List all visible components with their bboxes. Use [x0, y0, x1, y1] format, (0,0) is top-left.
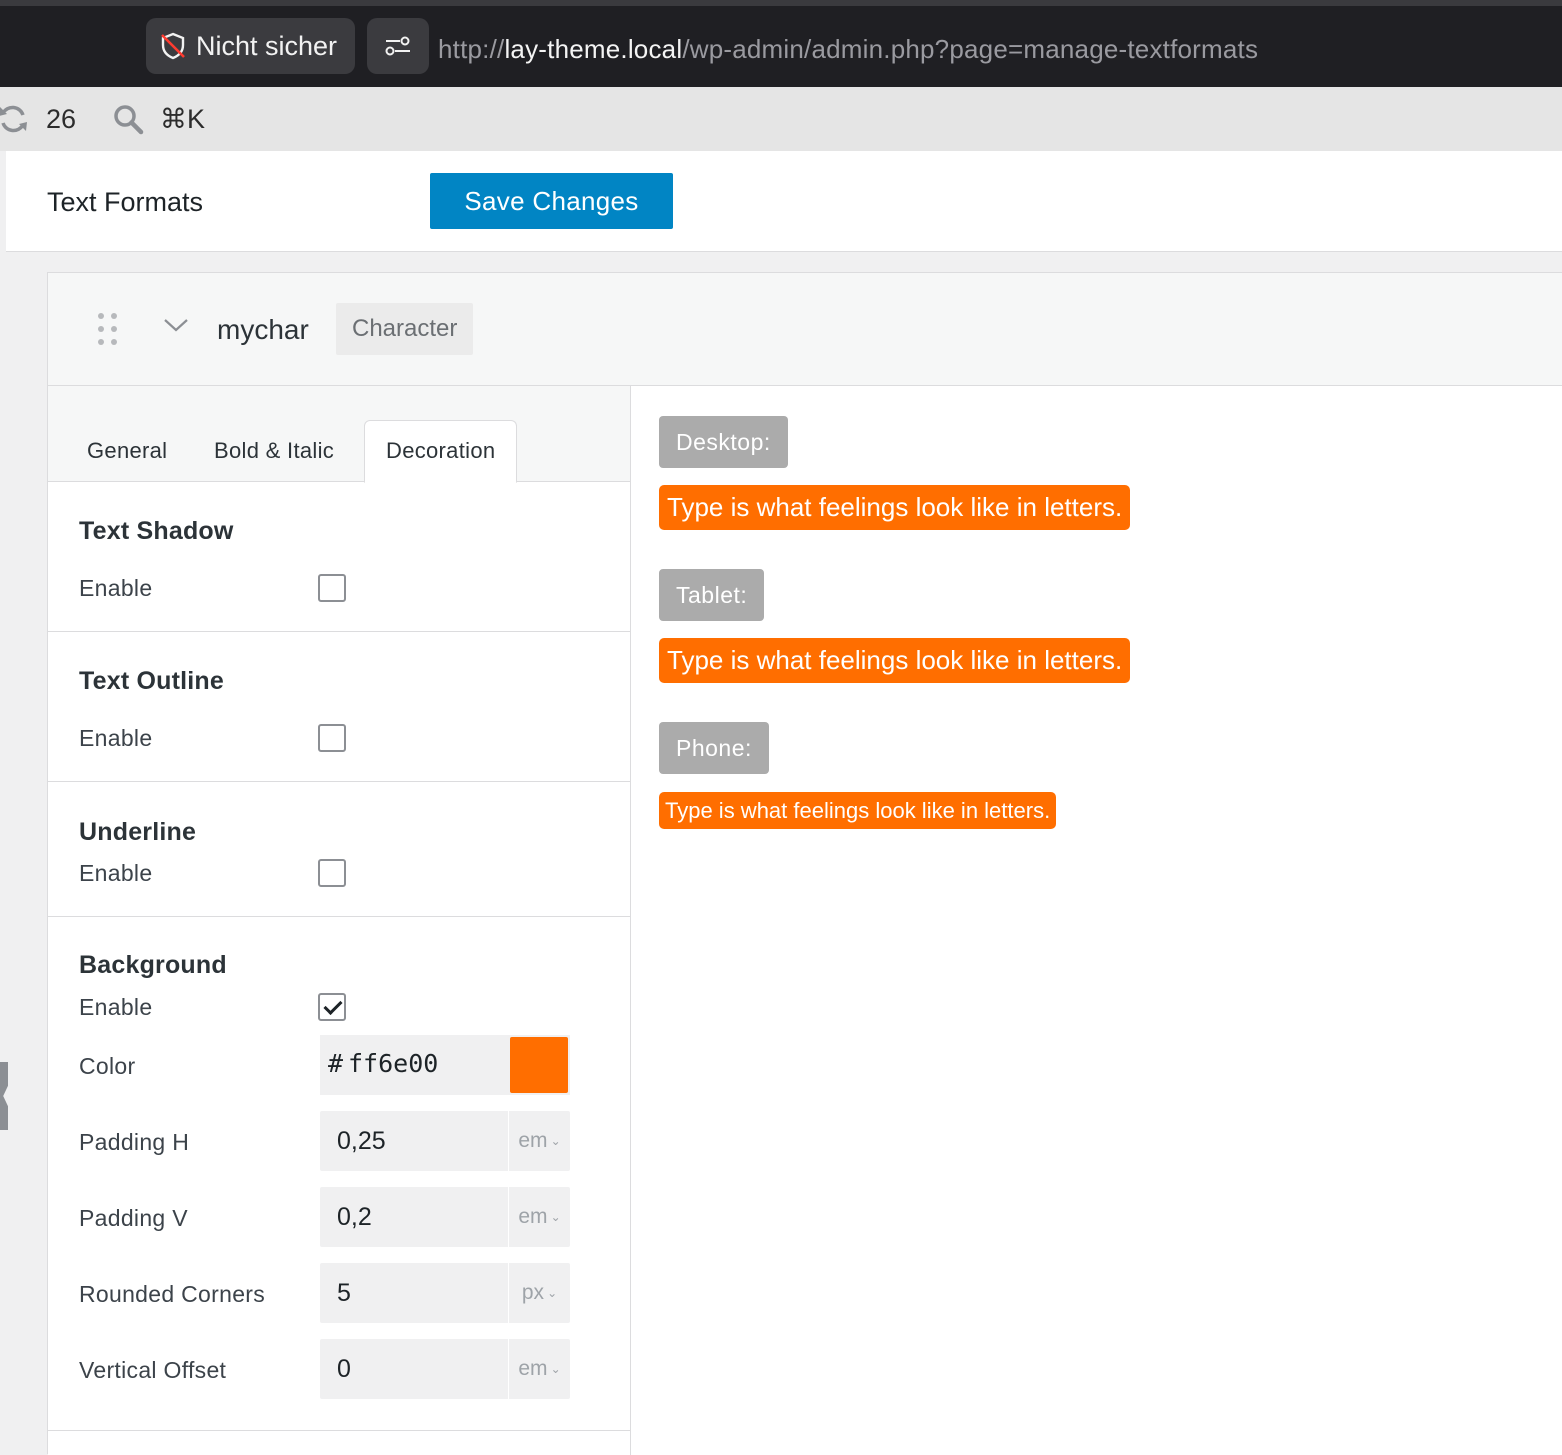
drag-handle-icon[interactable] — [98, 313, 118, 347]
left-gutter — [6, 252, 48, 1454]
chevron-down-icon: ⌄ — [547, 1286, 558, 1300]
phone-sample-text: Type is what feelings look like in lette… — [659, 792, 1057, 829]
underline-section: Underline Enable — [48, 782, 630, 917]
desktop-label: Desktop: — [659, 416, 788, 468]
text-outline-section: Text Outline Enable — [48, 632, 630, 782]
settings-panel: General Bold & Italic Decoration Text Sh… — [48, 386, 631, 1455]
enable-label: Enable — [79, 725, 153, 751]
section-title: Underline — [79, 818, 197, 846]
admin-toolbar: 26 ⌘K — [0, 87, 1562, 151]
padding-v-input[interactable]: 0,2 em ⌄ — [320, 1187, 570, 1247]
site-settings-button[interactable] — [367, 18, 429, 74]
vertical-offset-unit-select[interactable]: em ⌄ — [508, 1339, 570, 1399]
unit-label: px — [521, 1281, 545, 1304]
save-changes-button[interactable]: Save Changes — [430, 173, 673, 229]
security-indicator[interactable]: Nicht sicher — [146, 18, 356, 74]
updates-item[interactable]: 26 — [0, 87, 76, 151]
command-search-item[interactable]: ⌘K — [112, 87, 205, 151]
padding-h-value: 0,25 — [337, 1127, 386, 1155]
tab-decoration[interactable]: Decoration — [364, 420, 518, 483]
enable-label: Enable — [79, 994, 153, 1020]
text-format-card: mychar Character General Bold & Italic D… — [47, 272, 1562, 1455]
color-value: ff6e00 — [348, 1049, 439, 1078]
preview-panel: Desktop: Type is what feelings look like… — [631, 386, 1562, 1455]
vertical-offset-input[interactable]: 0 em ⌄ — [320, 1339, 570, 1399]
padding-v-label: Padding V — [79, 1205, 188, 1231]
security-label: Nicht sicher — [196, 30, 338, 61]
background-section: Background Enable Color # ff6e00 Padding… — [48, 917, 630, 1431]
page-header: Text Formats Save Changes — [6, 151, 1562, 252]
section-title: Background — [79, 951, 227, 979]
text-shadow-enable-checkbox[interactable] — [318, 574, 346, 602]
unit-label: em — [518, 1205, 548, 1228]
phone-label: Phone: — [659, 722, 769, 774]
rounded-corners-input[interactable]: 5 px ⌄ — [320, 1263, 570, 1323]
text-outline-enable-checkbox[interactable] — [318, 724, 346, 752]
url-host: lay-theme.local — [504, 34, 683, 64]
refresh-icon — [0, 105, 27, 133]
rounded-corners-value: 5 — [337, 1279, 351, 1307]
url-scheme: http:// — [438, 34, 505, 64]
chevron-down-icon[interactable] — [162, 315, 190, 335]
vertical-offset-value: 0 — [337, 1355, 351, 1383]
text-shadow-section: Text Shadow Enable — [48, 482, 630, 632]
browser-address-bar: Nicht sicher http://lay-theme.local/wp-a… — [0, 0, 1562, 87]
tablet-label: Tablet: — [659, 569, 765, 621]
padding-h-unit-select[interactable]: em ⌄ — [508, 1111, 570, 1171]
format-header: mychar Character — [48, 273, 1562, 386]
padding-v-value: 0,2 — [337, 1203, 372, 1231]
tablet-sample-text: Type is what feelings look like in lette… — [659, 638, 1131, 683]
padding-v-unit-select[interactable]: em ⌄ — [508, 1187, 570, 1247]
unit-label: em — [518, 1129, 548, 1152]
format-type-badge: Character — [336, 303, 474, 355]
tab-general[interactable]: General — [87, 438, 167, 464]
enable-label: Enable — [79, 860, 153, 886]
page-title: Text Formats — [47, 187, 204, 217]
insecure-shield-icon — [161, 32, 185, 60]
color-input[interactable]: # ff6e00 — [320, 1035, 570, 1095]
url-path: /wp-admin/admin.php?page=manage-textform… — [682, 34, 1259, 64]
color-hash: # — [328, 1049, 344, 1078]
vertical-offset-label: Vertical Offset — [79, 1357, 227, 1383]
enable-label: Enable — [79, 575, 153, 601]
color-swatch[interactable] — [510, 1037, 568, 1093]
chevron-down-icon: ⌄ — [550, 1134, 561, 1148]
sliders-icon — [385, 36, 410, 56]
tab-bold-italic[interactable]: Bold & Italic — [214, 438, 334, 464]
underline-enable-checkbox[interactable] — [318, 859, 346, 887]
settings-tabs: General Bold & Italic Decoration — [48, 386, 630, 483]
chevron-down-icon: ⌄ — [550, 1362, 561, 1376]
unit-label: em — [518, 1357, 548, 1380]
updates-count: 26 — [46, 103, 77, 134]
padding-h-input[interactable]: 0,25 em ⌄ — [320, 1111, 570, 1171]
search-icon — [114, 105, 144, 135]
search-shortcut: ⌘K — [160, 103, 206, 134]
section-title: Text Shadow — [79, 517, 234, 545]
section-title: Text Outline — [79, 667, 225, 695]
format-name[interactable]: mychar — [217, 314, 309, 346]
chevron-down-icon: ⌄ — [550, 1210, 561, 1224]
url-field[interactable]: http://lay-theme.local/wp-admin/admin.ph… — [438, 34, 1258, 65]
desktop-sample-text: Type is what feelings look like in lette… — [659, 485, 1131, 530]
color-label: Color — [79, 1053, 136, 1079]
rounded-corners-label: Rounded Corners — [79, 1281, 266, 1307]
padding-h-label: Padding H — [79, 1129, 190, 1155]
background-enable-checkbox[interactable] — [318, 993, 346, 1021]
rounded-corners-unit-select[interactable]: px ⌄ — [508, 1263, 570, 1323]
